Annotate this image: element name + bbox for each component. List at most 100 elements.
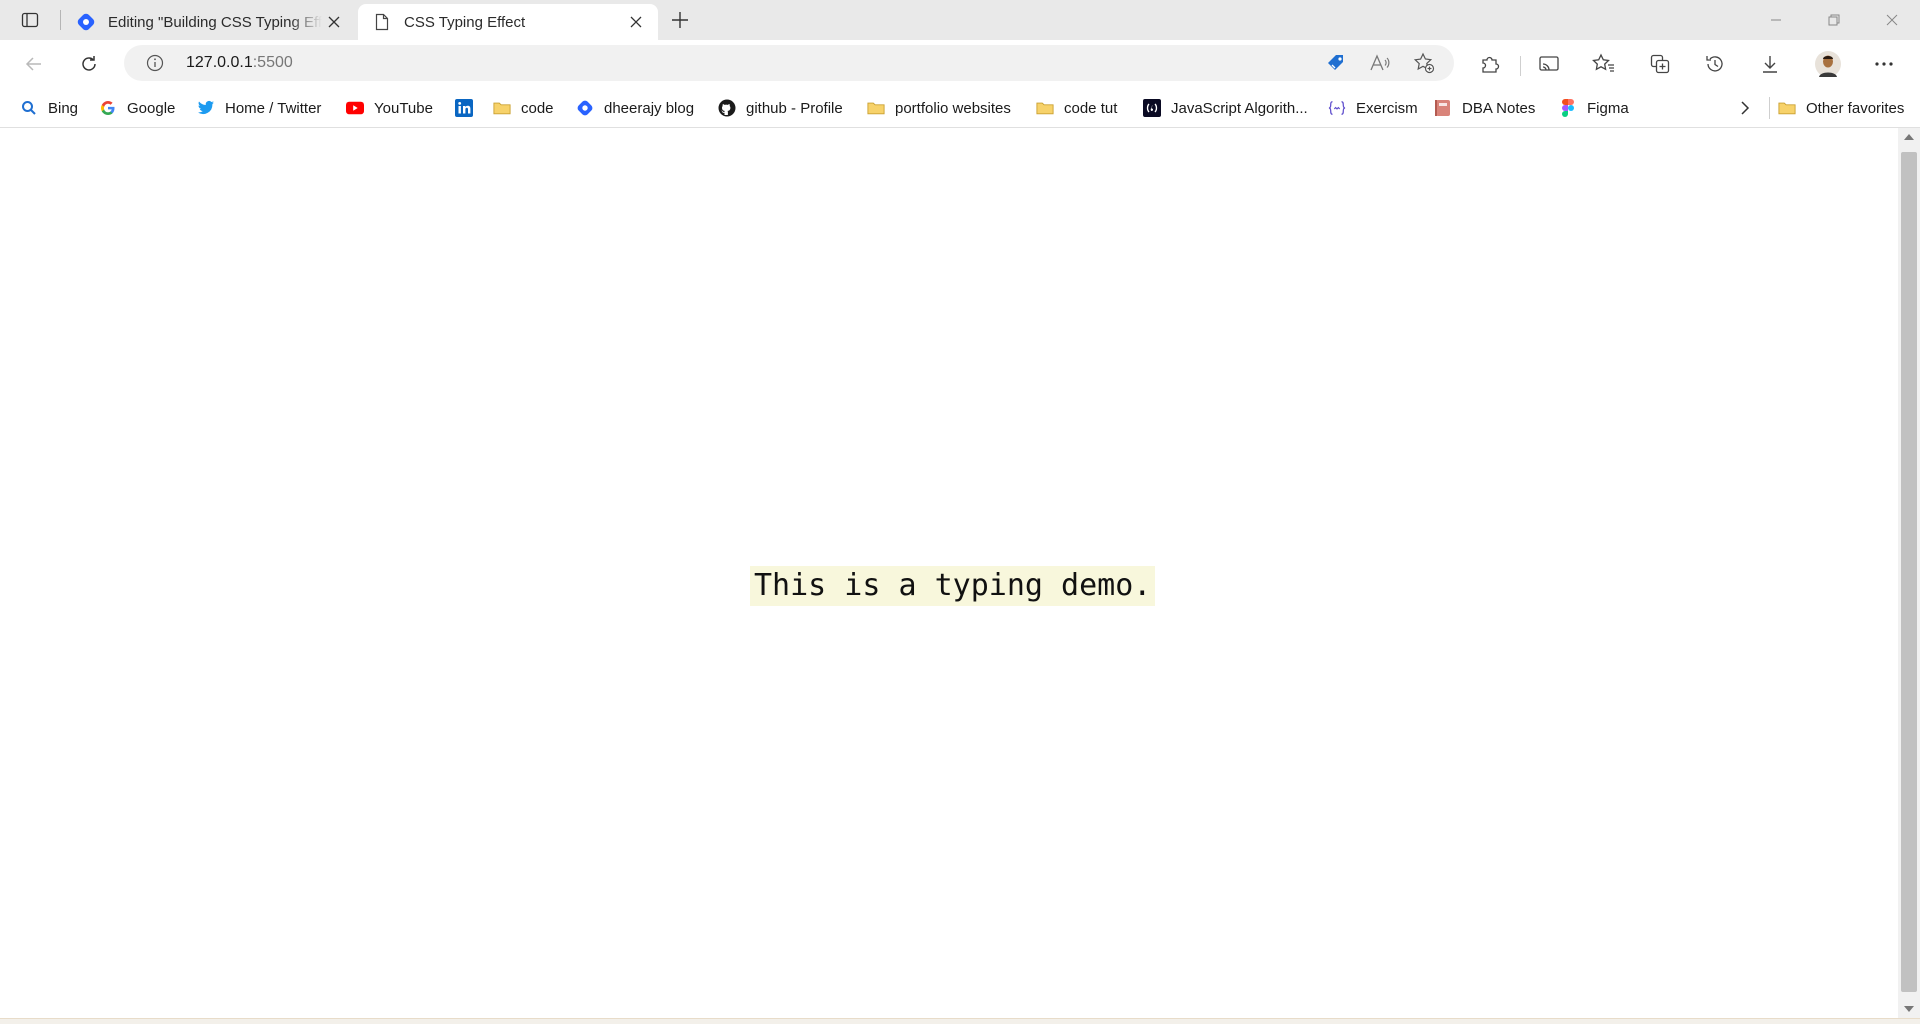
folder-icon bbox=[867, 99, 885, 117]
tab-title: CSS Typing Effect bbox=[404, 13, 526, 31]
more-favorites-button[interactable] bbox=[1736, 96, 1754, 120]
favorite-label: YouTube bbox=[374, 99, 433, 117]
hashnode-icon bbox=[76, 12, 96, 32]
minimize-icon bbox=[1771, 19, 1781, 21]
favorites-button[interactable] bbox=[1586, 48, 1622, 80]
favorite-github-profile[interactable]: github - Profile bbox=[718, 96, 843, 120]
favorite-javascript-algorithms[interactable]: JavaScript Algorith... bbox=[1143, 96, 1308, 120]
puzzle-icon bbox=[1482, 56, 1500, 73]
favorite-linkedin[interactable] bbox=[455, 96, 483, 120]
linkedin-icon bbox=[455, 99, 473, 117]
bing-search-icon bbox=[20, 99, 38, 117]
youtube-icon bbox=[346, 99, 364, 117]
hashnode-icon bbox=[576, 99, 594, 117]
chevron-right-icon bbox=[1741, 101, 1750, 115]
figma-icon bbox=[1559, 99, 1577, 117]
profile-button[interactable] bbox=[1810, 48, 1846, 80]
collections-icon bbox=[1650, 54, 1670, 74]
favorite-folder-portfolio-websites[interactable]: portfolio websites bbox=[867, 96, 1011, 120]
favorite-label: Exercism bbox=[1356, 99, 1418, 117]
cast-icon bbox=[1539, 56, 1559, 71]
close-icon[interactable] bbox=[322, 10, 346, 34]
history-button[interactable] bbox=[1697, 48, 1733, 80]
favorites-bar: Bing Google Home / Twitter YouTube code … bbox=[0, 88, 1920, 128]
scroll-up-arrow-icon[interactable] bbox=[1904, 134, 1914, 140]
folder-icon bbox=[1036, 99, 1054, 117]
freecodecamp-icon bbox=[1143, 99, 1161, 117]
tab-actions-icon bbox=[21, 12, 39, 28]
favorite-label: code bbox=[521, 99, 554, 117]
plus-icon bbox=[672, 12, 688, 28]
back-arrow-icon bbox=[25, 57, 41, 71]
shopping-tag-icon[interactable] bbox=[1320, 47, 1352, 79]
read-aloud-icon[interactable] bbox=[1364, 47, 1396, 79]
more-icon bbox=[1875, 62, 1893, 66]
favorite-folder-code-tut[interactable]: code tut bbox=[1036, 96, 1117, 120]
folder-icon bbox=[493, 99, 511, 117]
collections-button[interactable] bbox=[1642, 48, 1678, 80]
favorite-folder-code[interactable]: code bbox=[493, 96, 554, 120]
restore-button[interactable] bbox=[1806, 0, 1862, 40]
downloads-button[interactable] bbox=[1752, 48, 1788, 80]
favorite-exercism[interactable]: Exercism bbox=[1328, 96, 1418, 120]
refresh-icon bbox=[82, 56, 96, 71]
favorite-label: Other favorites bbox=[1806, 99, 1905, 117]
favorite-label: portfolio websites bbox=[895, 99, 1011, 117]
favorite-dheerajy-blog[interactable]: dheerajy blog bbox=[576, 96, 694, 120]
tab-separator bbox=[60, 10, 61, 30]
url-text[interactable]: 127.0.0.1:5500 bbox=[186, 45, 293, 81]
back-button[interactable] bbox=[16, 48, 52, 80]
tab-strip: Editing "Building CSS Typing Effect" CSS… bbox=[0, 0, 1920, 40]
download-icon bbox=[1763, 56, 1777, 73]
close-window-button[interactable] bbox=[1864, 0, 1920, 40]
favorite-twitter[interactable]: Home / Twitter bbox=[197, 96, 321, 120]
favorite-bing[interactable]: Bing bbox=[20, 96, 78, 120]
favorite-label: code tut bbox=[1064, 99, 1118, 117]
url-port: :5500 bbox=[252, 54, 293, 71]
notebook-icon bbox=[1434, 99, 1452, 117]
cast-button[interactable] bbox=[1531, 48, 1567, 80]
add-favorite-icon[interactable] bbox=[1408, 47, 1440, 79]
favorite-dba-notes[interactable]: DBA Notes bbox=[1434, 96, 1535, 120]
favorite-label: DBA Notes bbox=[1462, 99, 1536, 117]
favorite-figma[interactable]: Figma bbox=[1559, 96, 1629, 120]
avatar bbox=[1815, 51, 1841, 77]
vertical-scrollbar[interactable] bbox=[1898, 128, 1920, 1018]
page-icon bbox=[372, 12, 392, 32]
favorites-star-icon bbox=[1592, 53, 1614, 72]
url-host: 127.0.0.1 bbox=[186, 54, 253, 71]
site-info-icon[interactable] bbox=[144, 52, 166, 74]
twitter-icon bbox=[197, 99, 215, 117]
refresh-button[interactable] bbox=[71, 48, 107, 80]
restore-icon bbox=[1828, 14, 1840, 26]
favorite-youtube[interactable]: YouTube bbox=[346, 96, 433, 120]
exercism-icon bbox=[1328, 99, 1346, 117]
tab-css-typing-effect[interactable]: CSS Typing Effect bbox=[358, 4, 658, 40]
tab-title: Editing "Building CSS Typing Effect" bbox=[108, 13, 322, 31]
settings-more-button[interactable] bbox=[1866, 48, 1902, 80]
close-icon bbox=[1886, 14, 1898, 26]
github-icon bbox=[718, 99, 736, 117]
favorites-divider bbox=[1769, 97, 1770, 119]
page-viewport: This is a typing demo. bbox=[0, 128, 1898, 1018]
scroll-down-arrow-icon[interactable] bbox=[1904, 1006, 1914, 1012]
navigation-toolbar: 127.0.0.1:5500 bbox=[0, 40, 1920, 88]
favorite-label: Figma bbox=[1587, 99, 1629, 117]
extensions-button[interactable] bbox=[1472, 48, 1508, 80]
favorite-label: Google bbox=[127, 99, 176, 117]
tab-actions-button[interactable] bbox=[12, 6, 48, 34]
toolbar-divider bbox=[1520, 56, 1521, 76]
close-icon[interactable] bbox=[624, 10, 648, 34]
address-bar[interactable]: 127.0.0.1:5500 bbox=[124, 45, 1454, 81]
favorite-google[interactable]: Google bbox=[99, 96, 175, 120]
tab-editing-post[interactable]: Editing "Building CSS Typing Effect" bbox=[62, 4, 356, 40]
scrollbar-thumb[interactable] bbox=[1901, 152, 1917, 992]
new-tab-button[interactable] bbox=[666, 8, 694, 32]
favorite-label: Home / Twitter bbox=[225, 99, 322, 117]
favorite-folder-other-favorites[interactable]: Other favorites bbox=[1778, 96, 1904, 120]
folder-icon bbox=[1778, 99, 1796, 117]
history-icon bbox=[1706, 56, 1723, 72]
favorite-label: JavaScript Algorith... bbox=[1171, 99, 1308, 117]
minimize-button[interactable] bbox=[1748, 0, 1804, 40]
favorite-label: dheerajy blog bbox=[604, 99, 695, 117]
